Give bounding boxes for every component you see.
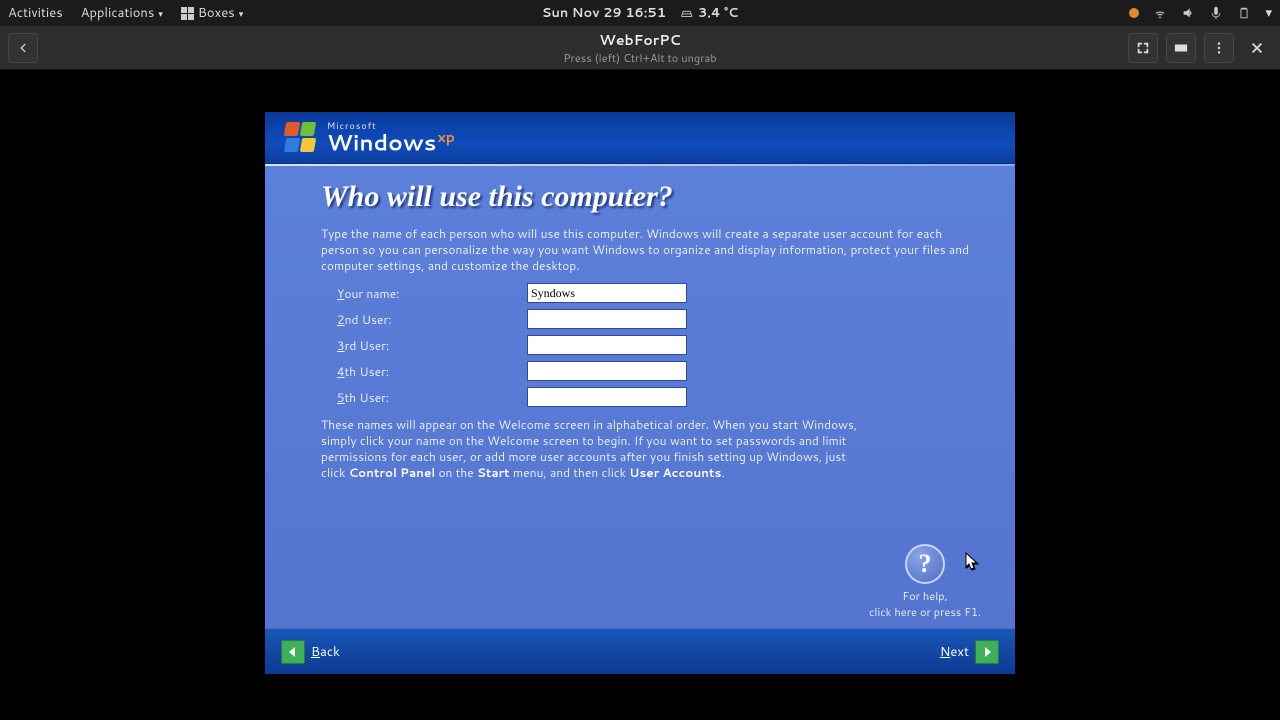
user-row-5: 5th User: <box>337 387 979 407</box>
back-button[interactable] <box>8 33 38 63</box>
user-input-4[interactable] <box>527 361 687 381</box>
user-input-5[interactable] <box>527 387 687 407</box>
chevron-down-icon: ▾ <box>158 7 163 20</box>
arrow-left-icon <box>281 640 305 664</box>
brand-xp: xp <box>437 127 455 147</box>
back-button-xp[interactable]: Back <box>281 640 340 664</box>
kebab-menu-icon <box>1212 41 1226 55</box>
window-title: WebForPC <box>563 30 716 50</box>
chevron-down-icon: ▾ <box>239 7 244 20</box>
fullscreen-icon <box>1136 41 1150 55</box>
system-menu-chevron-icon[interactable]: ▾ <box>1265 4 1272 22</box>
user-label-3: 3rd User: <box>337 337 527 354</box>
boxes-label: Boxes <box>198 4 235 22</box>
applications-menu[interactable]: Applications ▾ <box>81 4 163 22</box>
menu-button[interactable] <box>1204 33 1234 63</box>
help-line2: click here or press F1. <box>869 604 981 620</box>
close-button[interactable] <box>1242 33 1272 63</box>
vm-viewport: Microsoft Windowsxp Who will use this co… <box>0 70 1280 720</box>
user-row-3: 3rd User: <box>337 335 979 355</box>
volume-icon[interactable] <box>1181 6 1195 20</box>
window-subtitle: Press (left) Ctrl+Alt to ungrab <box>563 50 716 66</box>
help-icon: ? <box>905 544 945 584</box>
next-button-xp[interactable]: Next <box>940 640 999 664</box>
user-label-1: Your name: <box>337 285 527 302</box>
gnome-top-bar: Activities Applications ▾ Boxes ▾ Sun No… <box>0 0 1280 26</box>
user-row-2: 2nd User: <box>337 309 979 329</box>
user-input-2[interactable] <box>527 309 687 329</box>
arrow-right-icon <box>975 640 999 664</box>
user-input-3[interactable] <box>527 335 687 355</box>
activities-button[interactable]: Activities <box>8 4 63 22</box>
weather-icon <box>680 6 694 20</box>
user-row-4: 4th User: <box>337 361 979 381</box>
windows-brand: Microsoft Windowsxp <box>327 121 455 154</box>
intro-text: Type the name of each person who will us… <box>321 226 979 273</box>
mouse-cursor-icon <box>965 552 979 572</box>
note-text: These names will appear on the Welcome s… <box>321 417 861 480</box>
chevron-left-icon <box>16 41 30 55</box>
help-line1: For help, <box>869 588 981 604</box>
user-label-4: 4th User: <box>337 363 527 380</box>
user-row-1: Your name: <box>337 283 979 303</box>
boxes-grid-icon <box>181 7 194 20</box>
boxes-header-bar: WebForPC Press (left) Ctrl+Alt to ungrab <box>0 26 1280 70</box>
user-label-5: 5th User: <box>337 389 527 406</box>
xp-header: Microsoft Windowsxp <box>265 112 1015 164</box>
battery-icon[interactable] <box>1237 6 1251 20</box>
user-input-1[interactable] <box>527 283 687 303</box>
xp-footer: Back Next <box>265 628 1015 674</box>
temperature-label: 3.4 °C <box>698 4 738 22</box>
keyboard-icon <box>1174 41 1188 55</box>
wifi-icon[interactable] <box>1153 6 1167 20</box>
windows-flag-icon <box>283 120 319 156</box>
windows-xp-setup-screen: Microsoft Windowsxp Who will use this co… <box>265 112 1015 674</box>
weather-indicator[interactable]: 3.4 °C <box>680 4 738 22</box>
boxes-menu[interactable]: Boxes ▾ <box>181 4 243 22</box>
microphone-icon[interactable] <box>1209 6 1223 20</box>
status-dot-icon[interactable] <box>1129 8 1139 18</box>
window-title-wrap: WebForPC Press (left) Ctrl+Alt to ungrab <box>563 30 716 66</box>
keyboard-button[interactable] <box>1166 33 1196 63</box>
brand-windows: Windows <box>327 127 436 158</box>
clock[interactable]: Sun Nov 29 16:51 <box>542 4 666 22</box>
applications-label: Applications <box>81 4 155 22</box>
fullscreen-button[interactable] <box>1128 33 1158 63</box>
user-label-2: 2nd User: <box>337 311 527 328</box>
close-icon <box>1250 41 1264 55</box>
xp-body: Who will use this computer? Type the nam… <box>265 166 1015 628</box>
page-title: Who will use this computer? <box>321 180 979 214</box>
